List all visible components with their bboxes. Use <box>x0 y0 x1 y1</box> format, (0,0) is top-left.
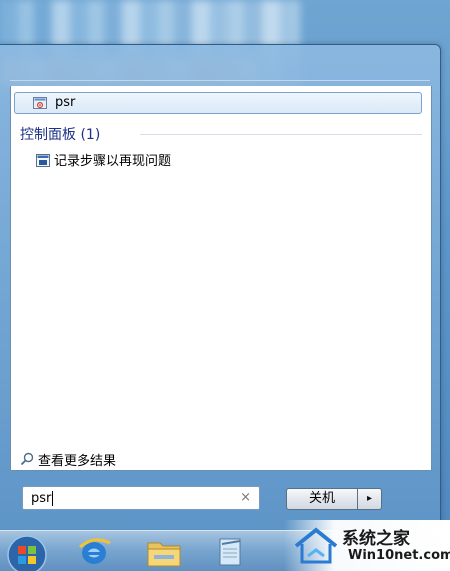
divider <box>10 80 430 81</box>
notepad-icon[interactable] <box>208 533 252 571</box>
steps-recorder-icon <box>36 152 50 167</box>
search-input[interactable]: psr × <box>22 486 260 510</box>
watermark-logo: 系统之家 Win10net.com <box>284 520 450 571</box>
search-input-value: psr <box>31 491 52 506</box>
search-icon <box>20 451 34 466</box>
house-logo-icon <box>292 526 340 570</box>
shutdown-options-button[interactable]: ▸ <box>358 488 382 510</box>
section-header-control-panel: 控制面板 (1) <box>20 127 101 143</box>
text-caret <box>52 491 53 506</box>
ie-icon[interactable] <box>72 533 116 571</box>
clear-icon[interactable]: × <box>240 490 251 505</box>
watermark-title: 系统之家 <box>342 529 410 549</box>
watermark-subtitle: Win10net.com <box>348 548 450 563</box>
windows-orb-icon[interactable] <box>6 534 48 571</box>
see-more-label: 查看更多结果 <box>38 454 117 469</box>
psr-program-icon <box>33 95 47 109</box>
section-divider <box>140 134 422 135</box>
result-label: 记录步骤以再现问题 <box>54 154 172 169</box>
shutdown-button[interactable]: 关机 <box>286 488 358 510</box>
result-item-psr[interactable]: psr <box>14 92 422 114</box>
result-label: psr <box>55 95 76 110</box>
folder-icon[interactable] <box>142 533 186 571</box>
